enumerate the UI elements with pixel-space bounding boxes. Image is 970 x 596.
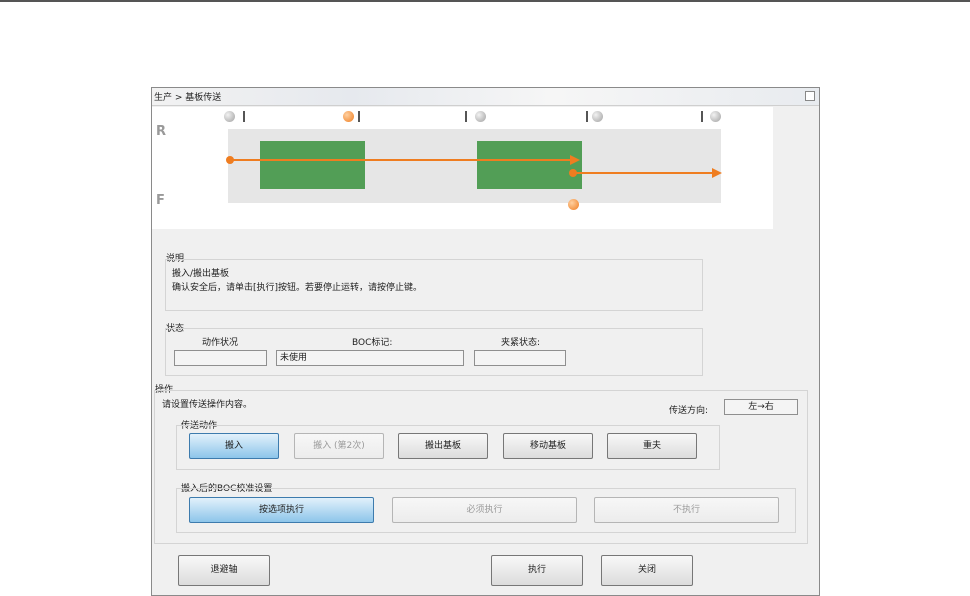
description-line-2: 确认安全后，请单击[执行]按钮。若要停止运转，请按停止键。	[172, 283, 423, 293]
maximize-icon[interactable]	[805, 91, 815, 101]
lower-flow-arrowhead	[712, 168, 722, 178]
top-border-line	[0, 0, 970, 2]
description-line-1: 搬入/搬出基板	[172, 269, 230, 279]
load-in-button[interactable]: 搬入	[189, 433, 279, 459]
action-status-field	[174, 350, 267, 366]
boc-mark-field: 未使用	[276, 350, 464, 366]
upper-flow-start	[226, 156, 234, 164]
load-in-second-button[interactable]: 搬入 (第2次)	[294, 433, 384, 459]
reset-button[interactable]: 重夫	[607, 433, 697, 459]
upper-flow-arrowhead	[570, 155, 580, 165]
execute-button[interactable]: 执行	[491, 555, 583, 586]
clamp-status-field	[474, 350, 566, 366]
window-title: 生产 > 基板传送	[154, 93, 222, 103]
by-option-execute-button[interactable]: 按选项执行	[189, 497, 374, 523]
title-bar[interactable]: 生产 > 基板传送	[152, 88, 819, 106]
conveyor-diagram: R F	[152, 107, 773, 229]
do-not-execute-button[interactable]: 不执行	[594, 497, 779, 523]
must-execute-button[interactable]: 必须执行	[392, 497, 577, 523]
clamp-status-label: 夹紧状态:	[501, 338, 541, 348]
boc-mark-label: BOC标记:	[352, 338, 393, 348]
flow-arrows	[226, 155, 722, 178]
direction-field: 左→右	[724, 399, 798, 415]
retract-axis-button[interactable]: 退避轴	[178, 555, 270, 586]
unload-board-button[interactable]: 搬出基板	[398, 433, 488, 459]
operation-hint: 请设置传送操作内容。	[162, 400, 253, 410]
close-button[interactable]: 关闭	[601, 555, 693, 586]
lower-flow-start	[569, 169, 577, 177]
move-board-button[interactable]: 移动基板	[503, 433, 593, 459]
board-transfer-window: 生产 > 基板传送 R F 说明 搬入/搬出基板 确认安全后，请单击[执行]按钮…	[151, 87, 820, 596]
direction-label: 传送方向:	[669, 406, 709, 416]
action-status-label: 动作状况	[202, 338, 239, 348]
description-group: 搬入/搬出基板 确认安全后，请单击[执行]按钮。若要停止运转，请按停止键。	[165, 259, 703, 311]
